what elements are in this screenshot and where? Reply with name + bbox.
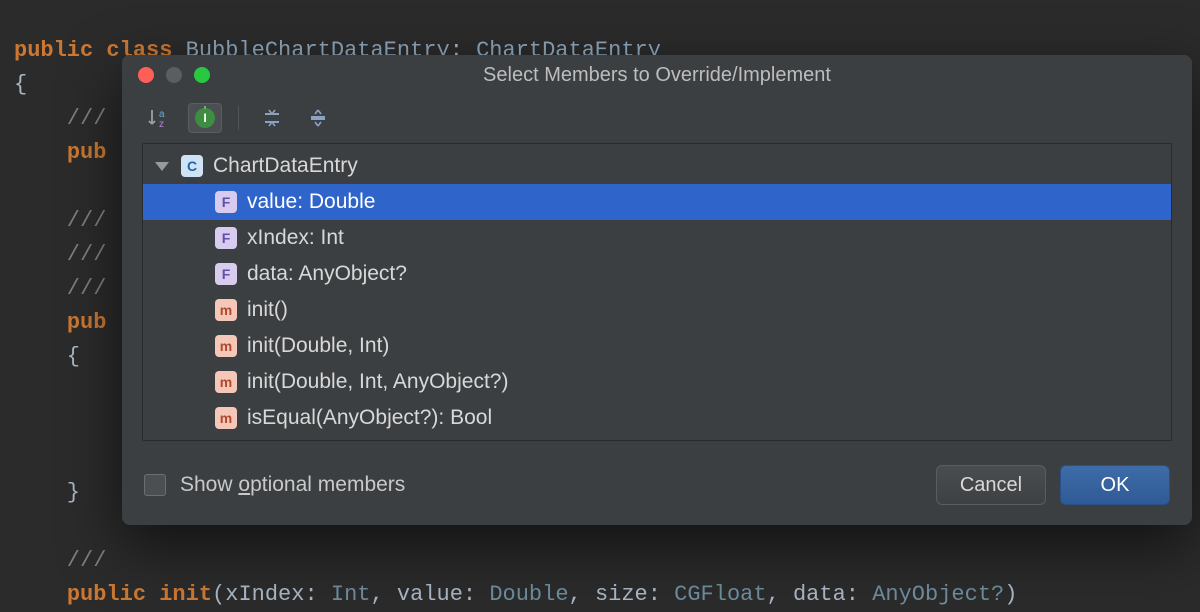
tree-root-row[interactable]: C ChartDataEntry	[143, 148, 1171, 184]
tree-member-row[interactable]: Fdata: AnyObject?	[143, 256, 1171, 292]
method-badge-icon: m	[215, 371, 237, 393]
close-icon[interactable]	[138, 67, 154, 83]
svg-text:z: z	[159, 119, 164, 129]
show-optional-label: Show optional members	[180, 473, 405, 497]
override-members-dialog: Select Members to Override/Implement a z…	[122, 55, 1192, 525]
tree-member-row[interactable]: m isEqual(AnyObject?): Bool	[143, 400, 1171, 436]
members-tree[interactable]: C ChartDataEntry Fvalue: DoubleFxIndex: …	[142, 143, 1172, 441]
tree-member-label: init()	[247, 298, 288, 322]
method-badge-icon: m	[215, 299, 237, 321]
dialog-title: Select Members to Override/Implement	[122, 64, 1192, 87]
show-optional-checkbox[interactable]	[144, 474, 166, 496]
field-badge-icon: F	[215, 227, 237, 249]
cancel-button-label: Cancel	[960, 474, 1022, 497]
field-badge-icon: F	[215, 191, 237, 213]
svg-text:I: I	[203, 111, 206, 125]
tree-member-label: value: Double	[247, 190, 375, 214]
tree-member-label: init(Double, Int, AnyObject?)	[247, 370, 508, 394]
tree-member-label: xIndex: Int	[247, 226, 344, 250]
tree-member-row[interactable]: m init(Double, Int)	[143, 328, 1171, 364]
ok-button-label: OK	[1101, 474, 1130, 497]
expand-all-icon	[262, 108, 282, 128]
class-badge-icon: C	[181, 155, 203, 177]
chevron-down-icon[interactable]	[155, 162, 169, 171]
ok-button[interactable]: OK	[1060, 465, 1170, 505]
dialog-footer: Show optional members Cancel OK	[122, 457, 1192, 525]
tree-member-row[interactable]: Fvalue: Double	[143, 184, 1171, 220]
method-badge-icon: m	[215, 407, 237, 429]
tree-member-row[interactable]: FxIndex: Int	[143, 220, 1171, 256]
tree-member-row[interactable]: m init(Double, Int, AnyObject?)	[143, 364, 1171, 400]
collapse-all-button[interactable]	[301, 103, 335, 133]
inherited-icon: I	[193, 106, 217, 130]
dialog-titlebar[interactable]: Select Members to Override/Implement	[122, 55, 1192, 95]
toolbar-separator	[238, 106, 239, 130]
dialog-toolbar: a z I	[122, 95, 1192, 137]
tree-member-label: init(Double, Int)	[247, 334, 389, 358]
expand-all-button[interactable]	[255, 103, 289, 133]
show-inherited-button[interactable]: I	[188, 103, 222, 133]
sort-alpha-button[interactable]: a z	[142, 103, 176, 133]
tree-member-label: isEqual(AnyObject?): Bool	[247, 406, 492, 430]
cancel-button[interactable]: Cancel	[936, 465, 1046, 505]
collapse-all-icon	[308, 108, 328, 128]
minimize-icon[interactable]	[166, 67, 182, 83]
sort-alpha-icon: a z	[148, 107, 170, 129]
maximize-icon[interactable]	[194, 67, 210, 83]
tree-member-label: data: AnyObject?	[247, 262, 407, 286]
tree-member-row[interactable]: m init()	[143, 292, 1171, 328]
tree-root-label: ChartDataEntry	[213, 154, 358, 178]
field-badge-icon: F	[215, 263, 237, 285]
method-badge-icon: m	[215, 335, 237, 357]
window-controls	[122, 67, 210, 83]
